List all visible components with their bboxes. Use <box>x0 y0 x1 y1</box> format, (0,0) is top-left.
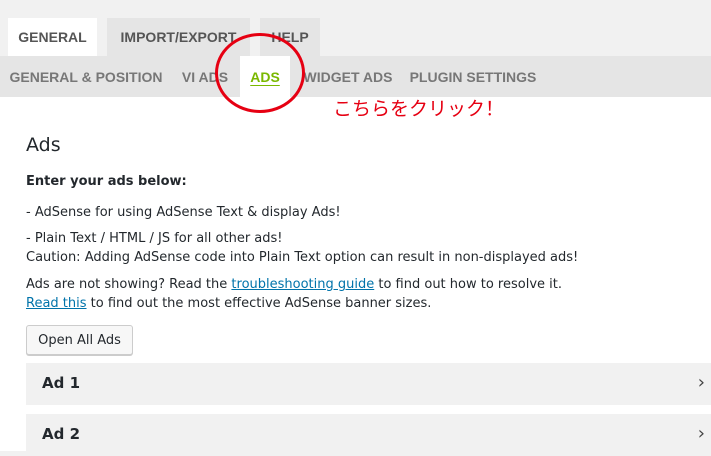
subtab-ads[interactable]: ADS <box>240 56 290 97</box>
annotation-text: こちらをクリック！ <box>333 98 505 120</box>
chevron-right-icon: › <box>697 372 705 393</box>
subtab-general-position-label: GENERAL & POSITION <box>9 68 163 85</box>
top-tab-bar: GENERAL IMPORT/EXPORT HELP <box>0 0 711 56</box>
read-this-link[interactable]: Read this <box>26 296 87 311</box>
tab-general[interactable]: GENERAL <box>8 18 97 56</box>
ad-1-accordion[interactable]: Ad 1 › <box>26 363 711 405</box>
ad-1-label: Ad 1 <box>42 374 81 392</box>
tab-import-export[interactable]: IMPORT/EXPORT <box>107 18 250 56</box>
help-prefix: Ads are not showing? Read the <box>26 277 232 292</box>
intro-text: Enter your ads below: <box>26 174 187 189</box>
subtab-general-position[interactable]: GENERAL & POSITION <box>4 56 168 97</box>
help-text: Ads are not showing? Read the troublesho… <box>26 277 562 292</box>
banner-size-text: Read this to find out the most effective… <box>26 296 431 311</box>
chevron-right-icon: › <box>697 423 705 444</box>
subtab-widget-ads-label: WIDGET ADS <box>303 68 393 85</box>
subtab-widget-ads[interactable]: WIDGET ADS <box>298 56 398 97</box>
troubleshooting-link[interactable]: troubleshooting guide <box>231 277 374 292</box>
ad-2-accordion[interactable]: Ad 2 › <box>26 414 711 456</box>
subtab-plugin-settings[interactable]: PLUGIN SETTINGS <box>404 56 542 97</box>
caution-note: Caution: Adding AdSense code into Plain … <box>26 250 579 265</box>
open-all-ads-button[interactable]: Open All Ads <box>26 325 133 355</box>
tab-help[interactable]: HELP <box>260 18 320 56</box>
subtab-plugin-settings-label: PLUGIN SETTINGS <box>409 68 537 85</box>
subtab-ads-label: ADS <box>250 68 280 85</box>
subtab-vi-ads[interactable]: VI ADS <box>176 56 234 97</box>
open-all-ads-label: Open All Ads <box>38 332 121 348</box>
subtab-vi-ads-label: VI ADS <box>181 68 229 85</box>
plain-text-note: - Plain Text / HTML / JS for all other a… <box>26 231 283 246</box>
tab-general-label: GENERAL <box>18 29 87 45</box>
help-suffix: to find out how to resolve it. <box>374 277 562 292</box>
tab-help-label: HELP <box>271 29 309 45</box>
page-title: Ads <box>26 134 61 156</box>
banner-size-suffix: to find out the most effective AdSense b… <box>86 296 432 311</box>
ad-2-label: Ad 2 <box>42 425 81 443</box>
adsense-note: - AdSense for using AdSense Text & displ… <box>26 205 341 220</box>
sub-tab-bar: GENERAL & POSITION VI ADS ADS WIDGET ADS… <box>0 56 711 97</box>
tab-import-export-label: IMPORT/EXPORT <box>120 29 237 45</box>
